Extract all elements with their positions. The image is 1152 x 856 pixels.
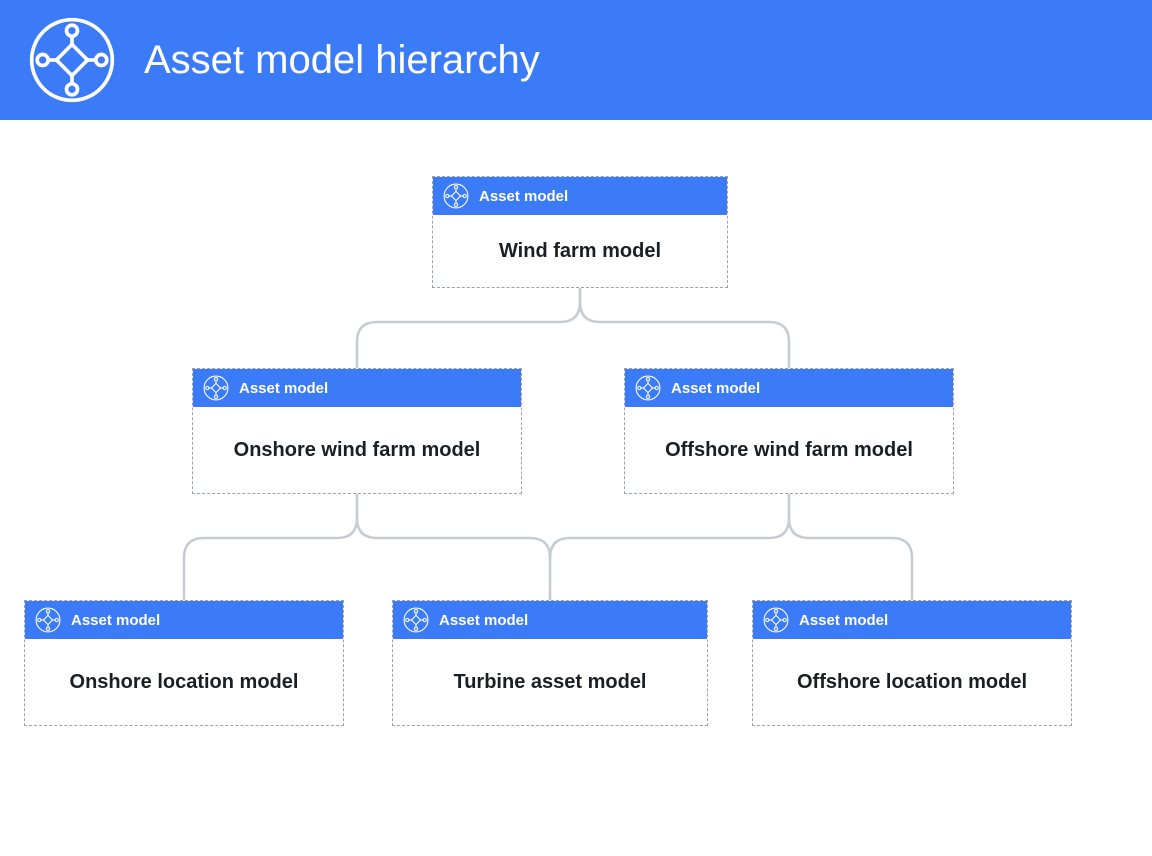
node-turbine-asset-model: Asset model Turbine asset model — [392, 600, 708, 726]
node-offshore-wind-farm-model: Asset model Offshore wind farm model — [624, 368, 954, 494]
node-title: Wind farm model — [433, 215, 727, 287]
node-header: Asset model — [753, 601, 1071, 639]
hierarchy-icon — [763, 607, 789, 633]
page-banner: Asset model hierarchy — [0, 0, 1152, 120]
node-onshore-wind-farm-model: Asset model Onshore wind farm model — [192, 368, 522, 494]
node-header: Asset model — [393, 601, 707, 639]
node-type-label: Asset model — [439, 612, 528, 629]
hierarchy-icon — [635, 375, 661, 401]
hierarchy-icon — [203, 375, 229, 401]
node-title: Onshore wind farm model — [193, 407, 521, 493]
hierarchy-icon — [28, 16, 116, 104]
node-title: Turbine asset model — [393, 639, 707, 725]
node-type-label: Asset model — [479, 188, 568, 205]
node-title: Offshore location model — [753, 639, 1071, 725]
hierarchy-icon — [403, 607, 429, 633]
diagram-canvas: Asset model Wind farm model Asset model … — [0, 120, 1152, 856]
node-header: Asset model — [193, 369, 521, 407]
node-header: Asset model — [625, 369, 953, 407]
hierarchy-icon — [35, 607, 61, 633]
node-onshore-location-model: Asset model Onshore location model — [24, 600, 344, 726]
node-type-label: Asset model — [239, 380, 328, 397]
node-type-label: Asset model — [71, 612, 160, 629]
node-type-label: Asset model — [799, 612, 888, 629]
node-wind-farm-model: Asset model Wind farm model — [432, 176, 728, 288]
node-title: Offshore wind farm model — [625, 407, 953, 493]
node-title: Onshore location model — [25, 639, 343, 725]
hierarchy-icon — [443, 183, 469, 209]
node-type-label: Asset model — [671, 380, 760, 397]
page-title: Asset model hierarchy — [144, 38, 540, 83]
node-header: Asset model — [25, 601, 343, 639]
node-offshore-location-model: Asset model Offshore location model — [752, 600, 1072, 726]
node-header: Asset model — [433, 177, 727, 215]
